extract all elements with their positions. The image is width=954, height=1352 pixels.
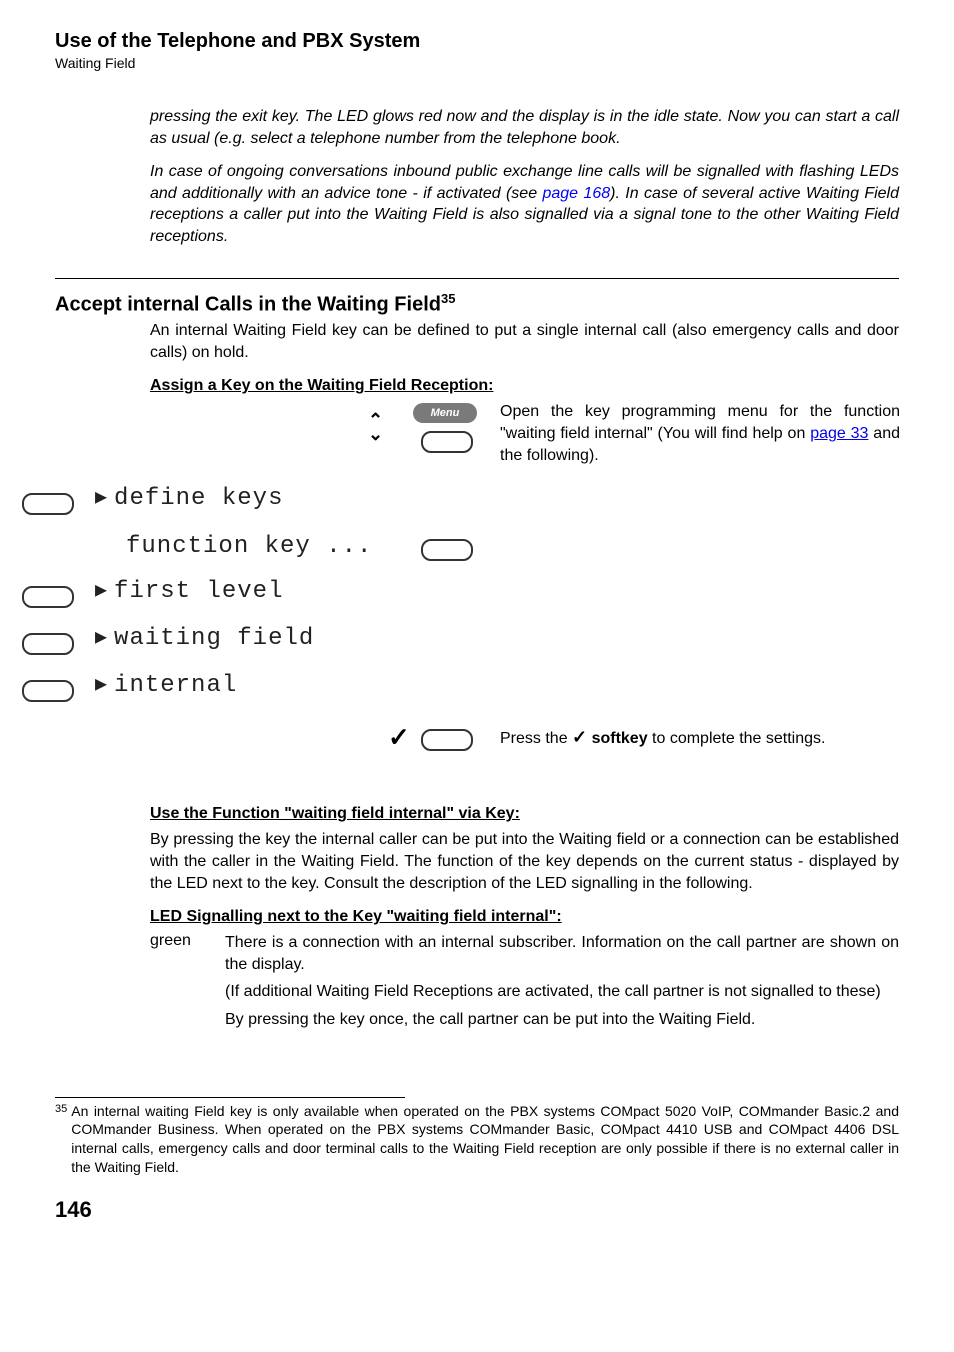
lcd-define-keys: ▶ define keys: [95, 485, 283, 512]
use-function-body: By pressing the key the internal caller …: [150, 829, 899, 894]
section-divider: [55, 278, 899, 279]
section-heading-text: Accept internal Calls in the Waiting Fie…: [55, 293, 441, 315]
press-bold: softkey: [587, 730, 647, 747]
triangle-icon: ▶: [95, 629, 108, 649]
led-desc-p2: (If additional Waiting Field Receptions …: [225, 981, 899, 1003]
lcd-function-key-text: function key ...: [126, 533, 372, 560]
press-softkey-text: Press the ✓ softkey to complete the sett…: [500, 727, 825, 748]
open-programming-text: Open the key programming menu for the fu…: [500, 401, 900, 466]
link-page-168[interactable]: page 168: [542, 185, 610, 202]
press-before: Press the: [500, 730, 572, 747]
softkey-button-menu[interactable]: [421, 431, 473, 453]
softkey-button-function[interactable]: [421, 539, 473, 561]
softkey-button-1[interactable]: [22, 493, 74, 515]
footnote-rule: [55, 1097, 405, 1098]
section-heading: Accept internal Calls in the Waiting Fie…: [55, 291, 899, 317]
press-tick-icon: ✓: [572, 727, 587, 747]
page-header-title: Use of the Telephone and PBX System: [55, 30, 899, 53]
page-number: 146: [55, 1197, 899, 1223]
lcd-waiting-field: ▶ waiting field: [95, 625, 314, 652]
lcd-function-key: function key ...: [126, 533, 372, 560]
triangle-icon: ▶: [95, 676, 108, 696]
intro-paragraph-2: In case of ongoing conversations inbound…: [150, 161, 899, 247]
page-header-subtitle: Waiting Field: [55, 55, 899, 71]
assign-key-heading: Assign a Key on the Waiting Field Recept…: [150, 377, 899, 395]
intro-paragraph-1: pressing the exit key. The LED glows red…: [150, 106, 899, 149]
softkey-button-3[interactable]: [22, 633, 74, 655]
triangle-icon: ▶: [95, 489, 108, 509]
lcd-first-level-text: first level: [114, 578, 283, 605]
footnote-35: 35 An internal waiting Field key is only…: [55, 1102, 899, 1178]
footnote-number: 35: [55, 1102, 67, 1178]
triangle-icon: ▶: [95, 582, 108, 602]
lcd-internal-text: internal: [114, 672, 237, 699]
nav-up-down-icon: ⌃ ⌄: [368, 413, 383, 441]
lcd-first-level: ▶ first level: [95, 578, 283, 605]
lcd-define-keys-text: define keys: [114, 485, 283, 512]
lcd-waiting-field-text: waiting field: [114, 625, 314, 652]
lcd-internal: ▶ internal: [95, 672, 237, 699]
led-desc-p3: By pressing the key once, the call partn…: [225, 1009, 899, 1031]
softkey-button-4[interactable]: [22, 680, 74, 702]
key-assignment-diagram: Menu ⌃ ⌄ Open the key programming menu f…: [0, 401, 899, 791]
section-lead: An internal Waiting Field key can be def…: [150, 320, 899, 363]
footnote-text: An internal waiting Field key is only av…: [71, 1102, 899, 1178]
led-signalling-heading: LED Signalling next to the Key "waiting …: [150, 908, 899, 926]
softkey-button-2[interactable]: [22, 586, 74, 608]
led-label-green: green: [150, 932, 225, 1036]
section-heading-footnote-ref: 35: [441, 291, 455, 306]
led-row-green: green There is a connection with an inte…: [150, 932, 899, 1036]
checkmark-icon: ✓: [388, 722, 410, 753]
link-page-33[interactable]: page 33: [810, 425, 868, 442]
led-desc-p1: There is a connection with an internal s…: [225, 932, 899, 975]
softkey-button-confirm[interactable]: [421, 729, 473, 751]
led-desc-green: There is a connection with an internal s…: [225, 932, 899, 1036]
use-function-heading: Use the Function "waiting field internal…: [150, 805, 899, 823]
menu-button-label: Menu: [413, 403, 477, 423]
press-after: to complete the settings.: [648, 730, 826, 747]
